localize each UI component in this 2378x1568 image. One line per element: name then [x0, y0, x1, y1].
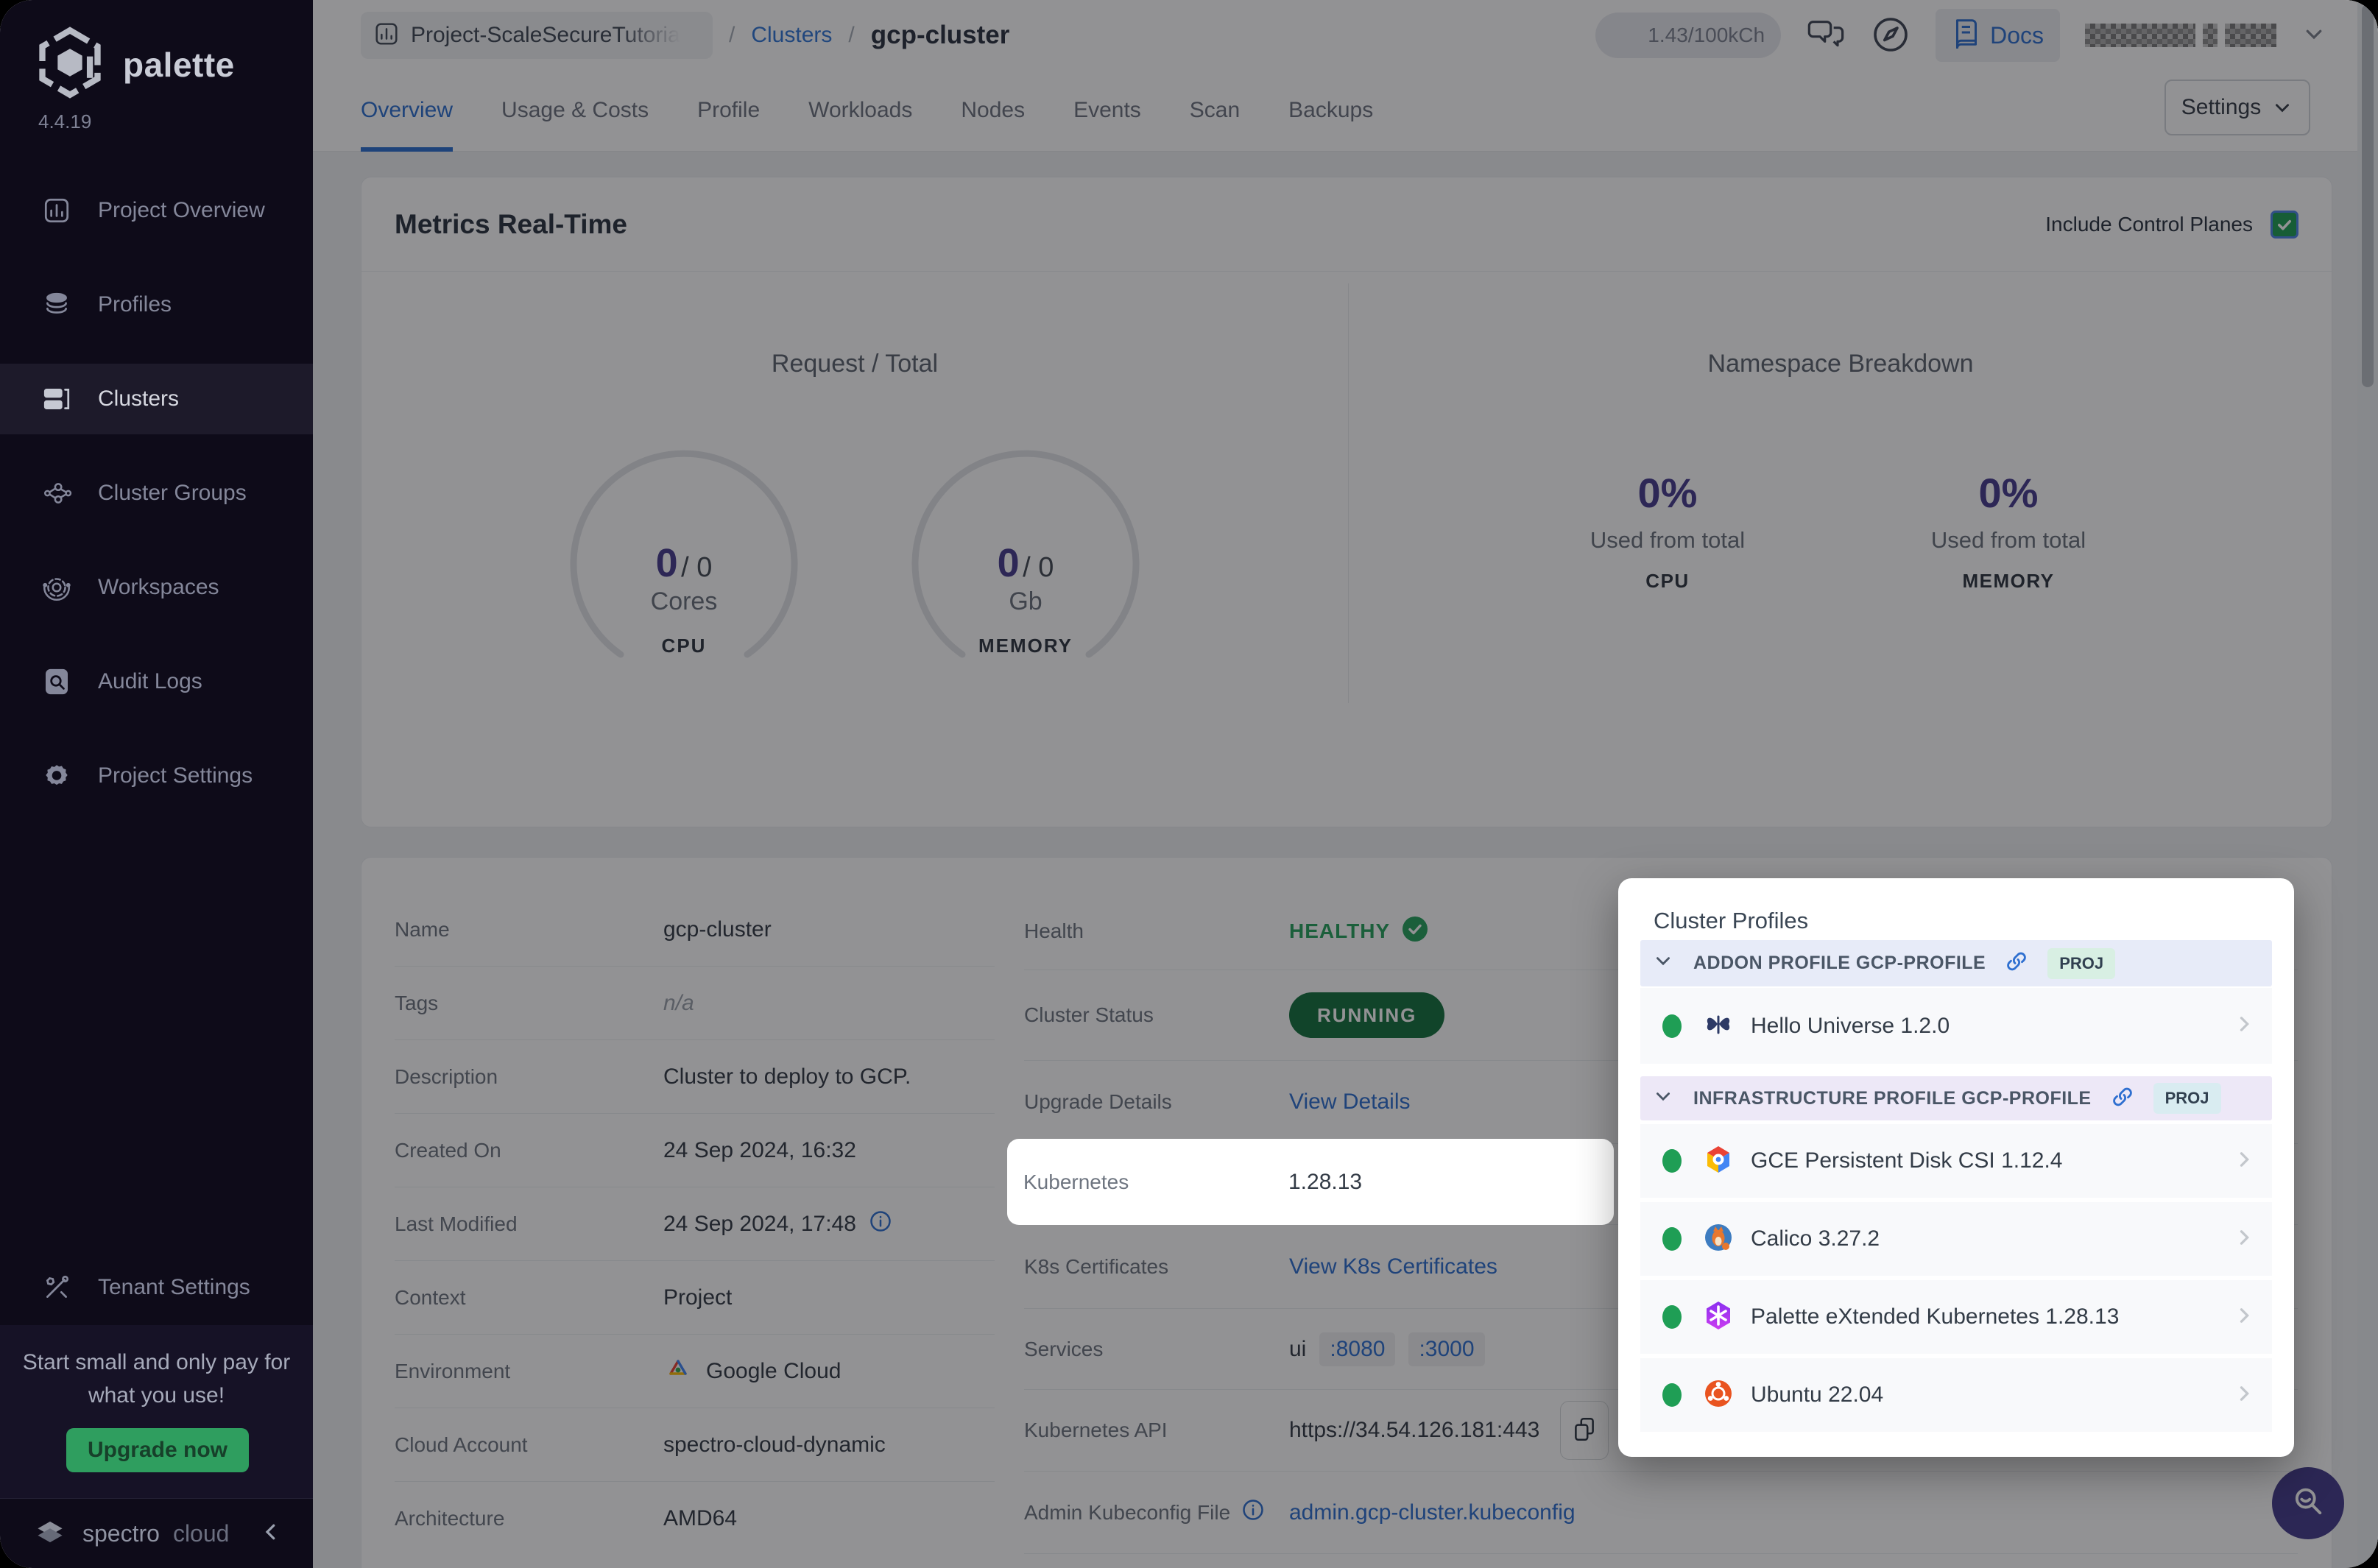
chevron-right-icon: [2234, 1383, 2254, 1408]
calico-icon: [1702, 1221, 1735, 1257]
app-window: palette 4.4.19 Project Overview Profiles…: [0, 0, 2378, 1568]
network-icon: [40, 477, 73, 509]
sidebar-footer: spectro cloud: [0, 1498, 313, 1568]
promo-text: Start small and only pay for what you us…: [22, 1350, 291, 1408]
footer-brand-primary: spectro: [82, 1519, 160, 1547]
app-version: 4.4.19: [38, 110, 92, 133]
upgrade-now-button[interactable]: Upgrade now: [66, 1428, 249, 1472]
sidebar: palette 4.4.19 Project Overview Profiles…: [0, 0, 313, 1568]
palette-logo-icon: [33, 26, 107, 103]
chevron-right-icon: [2234, 1227, 2254, 1251]
tools-icon: [40, 1271, 73, 1304]
collapse-sidebar-icon[interactable]: [260, 1521, 282, 1547]
clusters-icon: [40, 383, 73, 415]
infrastructure-profile-section-header[interactable]: INFRASTRUCTURE PROFILE GCP-PROFILE PROJ: [1640, 1076, 2272, 1120]
brand-name: palette: [123, 45, 235, 84]
sidebar-item-clusters[interactable]: Clusters: [0, 352, 313, 446]
sidebar-item-workspaces[interactable]: Workspaces: [0, 540, 313, 635]
chevron-right-icon: [2234, 1305, 2254, 1329]
addon-profile-section-header[interactable]: ADDON PROFILE GCP-PROFILE PROJ: [1640, 940, 2272, 986]
sidebar-nav: Project Overview Profiles Clusters Clust…: [0, 163, 313, 823]
scope-badge: PROJ: [2153, 1083, 2221, 1114]
link-icon: [2111, 1085, 2134, 1112]
profile-item-palette-extended-kubernetes[interactable]: Palette eXtended Kubernetes 1.28.13: [1640, 1280, 2272, 1354]
audit-search-icon: [40, 665, 73, 698]
sidebar-item-project-overview[interactable]: Project Overview: [0, 163, 313, 258]
chevron-right-icon: [2234, 1149, 2254, 1173]
link-icon: [2005, 950, 2028, 977]
sidebar-item-cluster-groups[interactable]: Cluster Groups: [0, 446, 313, 540]
upgrade-promo: Start small and only pay for what you us…: [0, 1325, 313, 1498]
sidebar-item-profiles[interactable]: Profiles: [0, 258, 313, 352]
orbit-icon: [40, 571, 73, 604]
status-dot: [1662, 1149, 1682, 1173]
brand-logo: palette: [33, 26, 235, 103]
sidebar-item-project-settings[interactable]: Project Settings: [0, 729, 313, 823]
footer-brand-secondary: cloud: [172, 1519, 230, 1547]
gear-icon: [40, 760, 73, 792]
profile-item-hello-universe[interactable]: Hello Universe 1.2.0: [1640, 988, 2272, 1064]
bar-chart-icon: [40, 194, 73, 227]
profile-item-gce-disk[interactable]: GCE Persistent Disk CSI 1.12.4: [1640, 1124, 2272, 1198]
gce-disk-icon: [1702, 1143, 1735, 1179]
chevron-down-icon: [1652, 952, 1674, 975]
spectro-cloud-logo-icon: [31, 1513, 69, 1555]
cluster-profiles-title: Cluster Profiles: [1654, 908, 1809, 933]
cluster-profiles-popover: Cluster Profiles ADDON PROFILE GCP-PROFI…: [1618, 878, 2294, 1457]
status-dot: [1662, 1383, 1682, 1407]
kubernetes-spotlight-card: Kubernetes 1.28.13: [1007, 1139, 1614, 1225]
sidebar-item-tenant-settings[interactable]: Tenant Settings: [0, 1240, 313, 1335]
ubuntu-icon: [1702, 1377, 1735, 1413]
status-dot: [1662, 1227, 1682, 1251]
hello-universe-icon: [1702, 1008, 1735, 1044]
status-dot: [1662, 1014, 1682, 1038]
profile-item-ubuntu[interactable]: Ubuntu 22.04: [1640, 1358, 2272, 1432]
profile-item-calico[interactable]: Calico 3.27.2: [1640, 1202, 2272, 1276]
kubernetes-version: 1.28.13: [1288, 1169, 1363, 1194]
sidebar-item-audit-logs[interactable]: Audit Logs: [0, 635, 313, 729]
scope-badge: PROJ: [2047, 947, 2116, 979]
chevron-right-icon: [2234, 1014, 2254, 1038]
pxk-icon: [1702, 1299, 1735, 1335]
layers-icon: [40, 289, 73, 321]
status-dot: [1662, 1305, 1682, 1329]
chevron-down-icon: [1652, 1087, 1674, 1110]
